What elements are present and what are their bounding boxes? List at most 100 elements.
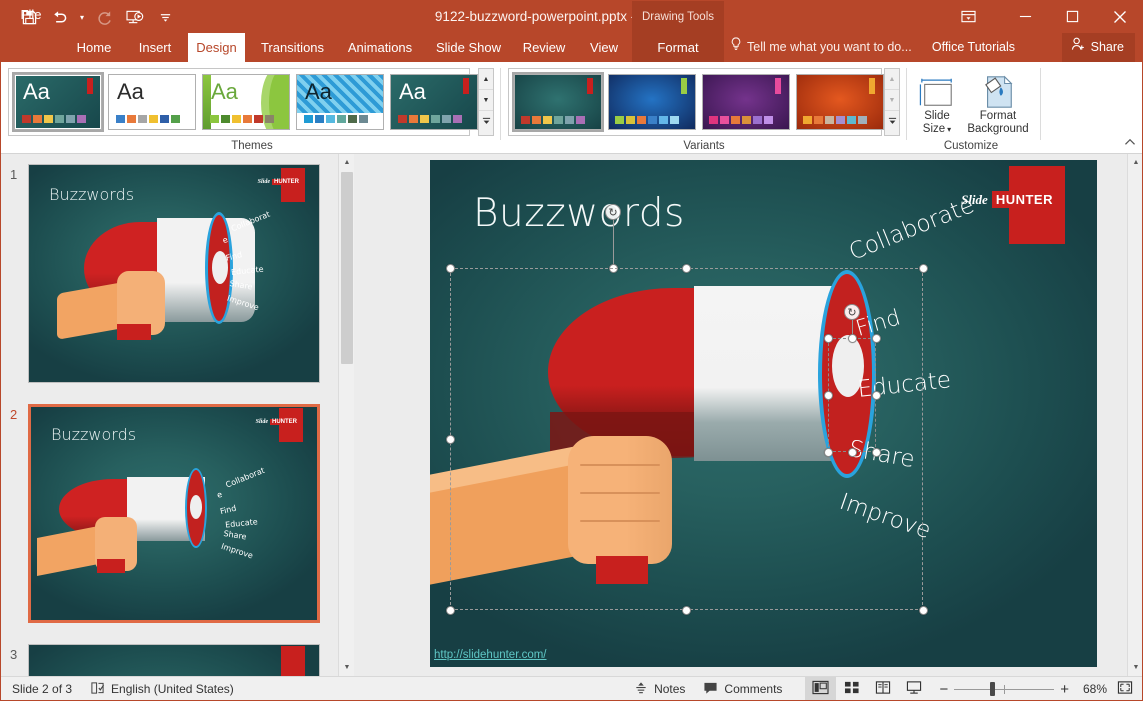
variants-gallery[interactable]: [508, 68, 882, 136]
slide-thumbnail-3[interactable]: [28, 644, 320, 676]
ellipse-handle-mid-right[interactable]: [872, 391, 881, 400]
slidehunter-link[interactable]: http://slidehunter.com/: [434, 649, 547, 661]
ellipse-handle-top-left[interactable]: [824, 334, 833, 343]
selection-handle-bottom-left[interactable]: [446, 606, 455, 615]
slide-size-button[interactable]: Slide Size▾: [908, 70, 966, 136]
selection-handle-top-right[interactable]: [919, 264, 928, 273]
tab-review[interactable]: Review: [517, 33, 571, 62]
theme-swatches: [398, 115, 462, 123]
tab-transitions[interactable]: Transitions: [255, 33, 330, 62]
theme-thumbnail-1[interactable]: Aa: [108, 74, 196, 130]
zoom-out-button[interactable]: −: [929, 677, 954, 701]
selection-handle-mid-left[interactable]: [446, 435, 455, 444]
slide-thumbnail-2[interactable]: Buzzwords SlideHUNTER Collaborat e Find …: [28, 404, 320, 623]
normal-view-button[interactable]: [805, 677, 836, 701]
variant-thumbnail-3[interactable]: [796, 74, 884, 130]
share-button[interactable]: Share: [1062, 33, 1135, 62]
stage-scroll-up-button[interactable]: ▲: [1128, 154, 1143, 171]
zoom-slider-knob[interactable]: [990, 682, 995, 696]
variants-scroll-up-button[interactable]: ▲: [885, 69, 899, 90]
tab-animations[interactable]: Animations: [340, 33, 420, 62]
ellipse-handle-bottom-right[interactable]: [872, 448, 881, 457]
themes-more-button[interactable]: [479, 111, 493, 132]
slide-indicator[interactable]: Slide 2 of 3: [0, 677, 81, 701]
minimize-button[interactable]: [1002, 0, 1049, 33]
slide-title[interactable]: Buzzwords: [473, 191, 685, 236]
tab-view[interactable]: View: [582, 33, 626, 62]
ribbon-display-options-icon[interactable]: [945, 0, 992, 33]
tab-home[interactable]: Home: [68, 33, 120, 62]
thumbnail-scrollbar-thumb[interactable]: [341, 172, 353, 364]
slide-editing-stage[interactable]: Buzzwords Slide HUNTER Collaborate Find …: [354, 154, 1127, 676]
tab-view-label: View: [590, 40, 618, 55]
selection-handle-top-center[interactable]: [682, 264, 691, 273]
office-tutorials-link[interactable]: Office Tutorials: [932, 33, 1015, 62]
customize-quick-access-icon[interactable]: [150, 5, 180, 29]
zoom-in-label: +: [1060, 681, 1069, 698]
drawing-tools-label: Drawing Tools: [632, 11, 724, 23]
ellipse-handle-top-right[interactable]: [872, 334, 881, 343]
ribbon-design: Aa Aa Aa: [0, 62, 1143, 154]
variants-scroll-down-button[interactable]: ▼: [885, 90, 899, 111]
theme-aa-label: Aa: [211, 81, 238, 103]
tab-transitions-label: Transitions: [261, 40, 324, 55]
thumbnail-scroll-up-button[interactable]: ▲: [339, 154, 355, 171]
themes-gallery[interactable]: Aa Aa Aa: [8, 68, 470, 136]
variant-thumbnail-2[interactable]: [702, 74, 790, 130]
comments-button[interactable]: Comments: [694, 677, 791, 701]
tab-format[interactable]: Format: [632, 33, 724, 62]
themes-gallery-scrollbar[interactable]: ▲ ▼: [478, 68, 494, 136]
format-background-button[interactable]: Format Background: [963, 70, 1033, 136]
themes-scroll-down-button[interactable]: ▼: [479, 90, 493, 111]
selection-handle-top-left[interactable]: [446, 264, 455, 273]
slide-thumbnail-panel[interactable]: 1 Buzzwords SlideHUNTER Collaborat e Fin…: [0, 154, 338, 676]
ellipse-handle-mid-left[interactable]: [824, 391, 833, 400]
variants-gallery-scrollbar[interactable]: ▲ ▼: [884, 68, 900, 136]
stage-scroll-down-button[interactable]: ▼: [1128, 659, 1143, 676]
notes-button[interactable]: Notes: [625, 677, 694, 701]
undo-dropdown-icon[interactable]: ▾: [74, 5, 90, 29]
tab-file[interactable]: File: [14, 0, 48, 29]
theme-thumbnail-3[interactable]: Aa: [296, 74, 384, 130]
ellipse-handle-bottom-center[interactable]: [848, 448, 857, 457]
selection-handle-bottom-center[interactable]: [682, 606, 691, 615]
slide-sorter-button[interactable]: [836, 677, 867, 701]
collapse-ribbon-button[interactable]: [1124, 137, 1136, 150]
maximize-button[interactable]: [1049, 0, 1096, 33]
reading-view-button[interactable]: [867, 677, 898, 701]
start-slideshow-icon[interactable]: [120, 5, 150, 29]
zoom-in-button[interactable]: +: [1054, 677, 1077, 701]
language-status[interactable]: English (United States): [81, 677, 243, 701]
stage-scrollbar[interactable]: ▲ ▼: [1127, 154, 1143, 676]
selection-handle-bottom-right[interactable]: [919, 606, 928, 615]
ellipse-rotate-handle[interactable]: ↻: [844, 304, 860, 320]
theme-thumbnail-4[interactable]: Aa: [390, 74, 478, 130]
title-rotate-handle[interactable]: ↻: [605, 204, 621, 220]
tell-me-search[interactable]: Tell me what you want to do...: [730, 33, 912, 62]
slide-thumbnail-1[interactable]: Buzzwords SlideHUNTER Collaborat e Find …: [28, 164, 320, 383]
zoom-level[interactable]: 68%: [1077, 677, 1113, 701]
ellipse-handle-top-center[interactable]: [848, 334, 857, 343]
variants-more-button[interactable]: [885, 111, 899, 132]
tab-slide-show[interactable]: Slide Show: [430, 33, 507, 62]
redo-icon[interactable]: [90, 5, 120, 29]
variant-thumbnail-1[interactable]: [608, 74, 696, 130]
theme-thumbnail-2[interactable]: Aa: [202, 74, 290, 130]
thumbnail-scroll-down-button[interactable]: ▼: [339, 659, 355, 676]
slide-show-button[interactable]: [898, 677, 929, 701]
themes-scroll-up-button[interactable]: ▲: [479, 69, 493, 90]
zoom-slider[interactable]: [954, 677, 1054, 701]
slide-sorter-icon: [844, 680, 860, 698]
tab-insert[interactable]: Insert: [132, 33, 178, 62]
tab-design[interactable]: Design: [188, 33, 245, 62]
close-button[interactable]: [1096, 0, 1143, 33]
format-background-icon: [963, 70, 1033, 110]
current-slide[interactable]: Buzzwords Slide HUNTER Collaborate Find …: [430, 160, 1097, 667]
thumbnail-panel-scrollbar[interactable]: ▲ ▼: [338, 154, 354, 676]
theme-thumbnail-0[interactable]: Aa: [14, 74, 102, 130]
tab-file-label: File: [21, 7, 42, 22]
variant-thumbnail-0[interactable]: [514, 74, 602, 130]
undo-icon[interactable]: [44, 5, 74, 29]
ellipse-handle-bottom-left[interactable]: [824, 448, 833, 457]
fit-to-window-button[interactable]: [1113, 677, 1143, 701]
